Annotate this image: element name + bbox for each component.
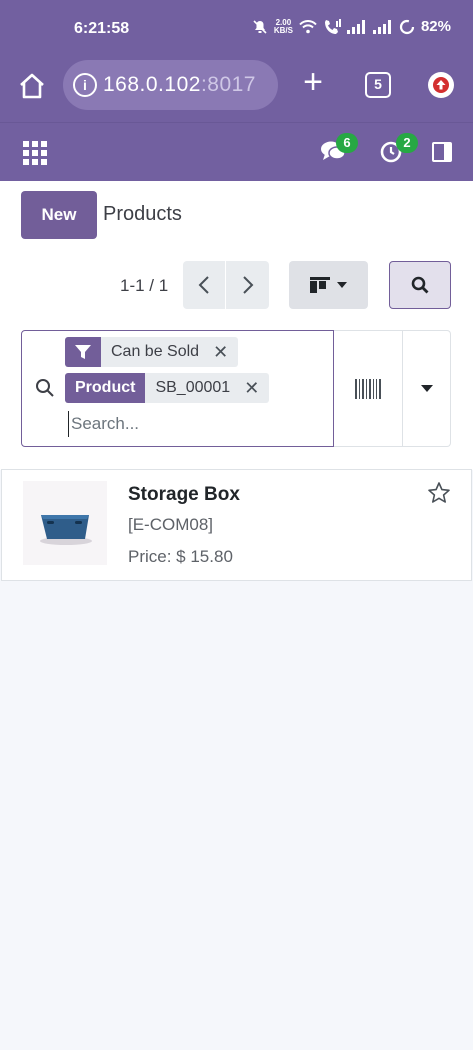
apps-menu-icon[interactable] — [23, 141, 47, 165]
messages-badge: 6 — [336, 133, 358, 153]
search-input[interactable] — [68, 411, 318, 437]
pager-value[interactable]: 1-1 / 1 — [120, 276, 168, 296]
battery-icon — [399, 19, 415, 34]
pager-buttons — [183, 261, 269, 309]
barcode-icon — [355, 378, 381, 399]
status-bar: 6:21:58 2.00 KB/S 82% — [0, 0, 473, 60]
status-icons: 2.00 KB/S 82% — [252, 18, 451, 35]
product-price: Price: $ 15.80 — [128, 547, 233, 566]
filter-icon — [65, 337, 101, 367]
network-speed: 2.00 KB/S — [273, 17, 293, 35]
signal-icon-2 — [372, 19, 391, 34]
search-panel: Can be Sold ✕ Product SB_00001 ✕ — [21, 330, 334, 447]
product-name: Storage Box — [128, 484, 240, 505]
storage-box-image — [40, 515, 92, 545]
activities-button[interactable]: 2 — [380, 133, 418, 167]
site-info-icon[interactable]: i — [73, 73, 97, 97]
page-title: Products — [103, 203, 182, 225]
search-icon — [36, 379, 54, 397]
status-time: 6:21:58 — [74, 20, 130, 37]
tab-switcher-button[interactable]: 5 — [365, 72, 391, 98]
home-icon[interactable] — [16, 70, 48, 102]
browser-toolbar: i 168.0.102:8017 + 5 — [0, 60, 473, 122]
view-switcher-button[interactable] — [289, 261, 368, 309]
battery-level: 82% — [420, 18, 451, 35]
chevron-right-icon — [242, 276, 253, 294]
product-image — [23, 481, 107, 565]
arrow-up-icon — [433, 77, 449, 93]
pager-previous-button[interactable] — [183, 261, 226, 309]
messages-button[interactable]: 6 — [320, 133, 358, 167]
chevron-left-icon — [198, 276, 209, 294]
facet-product: Product SB_00001 ✕ — [65, 373, 270, 403]
new-tab-button[interactable]: + — [298, 65, 328, 99]
search-options-button[interactable] — [403, 330, 451, 447]
activities-badge: 2 — [396, 133, 418, 153]
search-toggle-button[interactable] — [389, 261, 451, 309]
facet-label: Product — [65, 373, 146, 403]
star-icon[interactable] — [427, 481, 451, 505]
pager-next-button[interactable] — [226, 261, 269, 309]
url-text: 168.0.102:8017 — [103, 73, 256, 96]
mute-icon — [253, 19, 267, 34]
wifi-icon — [299, 19, 317, 33]
call-icon — [324, 18, 341, 34]
search-icon — [411, 276, 429, 294]
url-bar[interactable]: i 168.0.102:8017 — [63, 60, 278, 110]
remove-facet-icon[interactable]: ✕ — [213, 342, 228, 363]
product-reference: [E-COM08] — [128, 515, 214, 534]
product-card[interactable]: Storage Box [E-COM08] Price: $ 15.80 — [1, 469, 472, 581]
odoo-navbar: 6 2 — [0, 122, 473, 181]
update-button[interactable] — [428, 72, 454, 98]
facet-value: Can be Sold ✕ — [101, 337, 239, 367]
signal-icon — [346, 19, 365, 34]
side-panel-icon[interactable] — [432, 142, 452, 162]
facet-value: SB_00001 ✕ — [145, 373, 270, 403]
facet-can-be-sold: Can be Sold ✕ — [65, 337, 239, 367]
remove-facet-icon[interactable]: ✕ — [244, 378, 259, 399]
new-button[interactable]: New — [21, 191, 97, 239]
control-panel: New Products 1-1 / 1 Can be Sold ✕ Produc… — [0, 181, 473, 470]
caret-down-icon — [420, 385, 433, 392]
caret-down-icon — [337, 282, 347, 288]
barcode-scan-button[interactable] — [334, 330, 403, 447]
kanban-icon — [310, 277, 330, 293]
